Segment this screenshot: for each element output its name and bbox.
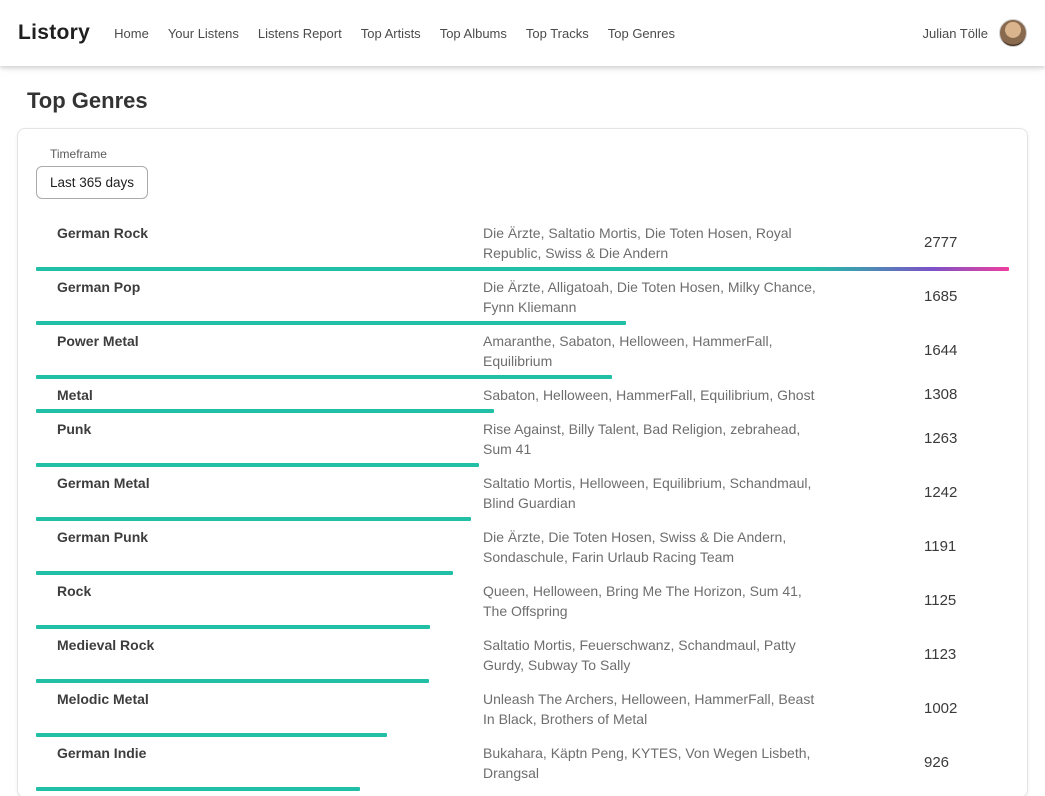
genre-row-main: Power Metal Amaranthe, Sabaton, Hellowee… <box>36 331 1009 371</box>
genre-count: 926 <box>924 753 1009 773</box>
genre-bar-fill <box>36 733 387 737</box>
genre-artists: Saltatio Mortis, Feuerschwanz, Schandmau… <box>483 635 818 675</box>
genre-name: Melodic Metal <box>57 689 483 709</box>
user-menu[interactable]: Julian Tölle <box>922 19 1027 47</box>
genre-bar-fill <box>36 267 1009 271</box>
genre-count: 1308 <box>924 385 1009 405</box>
genre-row[interactable]: Rock Queen, Helloween, Bring Me The Hori… <box>36 581 1009 629</box>
genre-row[interactable]: German Pop Die Ärzte, Alligatoah, Die To… <box>36 277 1009 325</box>
genre-bar-fill <box>36 787 360 791</box>
genre-row-main: Medieval Rock Saltatio Mortis, Feuerschw… <box>36 635 1009 675</box>
nav-link-listens-report[interactable]: Listens Report <box>258 26 342 41</box>
genre-count: 1242 <box>924 483 1009 503</box>
genre-artists: Sabaton, Helloween, HammerFall, Equilibr… <box>483 385 818 405</box>
genre-row[interactable]: German Rock Die Ärzte, Saltatio Mortis, … <box>36 223 1009 271</box>
nav-link-top-artists[interactable]: Top Artists <box>361 26 421 41</box>
user-name: Julian Tölle <box>922 26 988 41</box>
genre-name: German Pop <box>57 277 483 297</box>
page-title: Top Genres <box>27 88 1045 114</box>
genre-count: 1644 <box>924 341 1009 361</box>
genre-bar-track <box>36 571 1009 575</box>
genre-row-main: German Pop Die Ärzte, Alligatoah, Die To… <box>36 277 1009 317</box>
nav-link-home[interactable]: Home <box>114 26 149 41</box>
avatar[interactable] <box>999 19 1027 47</box>
genre-bar-fill <box>36 409 494 413</box>
genre-row-main: Melodic Metal Unleash The Archers, Hello… <box>36 689 1009 729</box>
genre-artists: Die Ärzte, Alligatoah, Die Toten Hosen, … <box>483 277 818 317</box>
genre-name: German Indie <box>57 743 483 763</box>
genre-count: 2777 <box>924 233 1009 253</box>
genre-name: Medieval Rock <box>57 635 483 655</box>
genre-row-main: German Rock Die Ärzte, Saltatio Mortis, … <box>36 223 1009 263</box>
genre-row[interactable]: Metal Sabaton, Helloween, HammerFall, Eq… <box>36 385 1009 413</box>
genre-name: Punk <box>57 419 483 439</box>
genre-bar-track <box>36 517 1009 521</box>
genre-bar-track <box>36 463 1009 467</box>
nav-links: Home Your Listens Listens Report Top Art… <box>114 26 675 41</box>
genre-name: Metal <box>57 385 483 405</box>
top-genres-card: Timeframe Last 365 days German Rock Die … <box>17 128 1028 796</box>
genre-bar-fill <box>36 625 430 629</box>
genre-bar-fill <box>36 375 612 379</box>
genre-bar-track <box>36 733 1009 737</box>
genre-list: German Rock Die Ärzte, Saltatio Mortis, … <box>36 223 1009 791</box>
genre-row[interactable]: German Punk Die Ärzte, Die Toten Hosen, … <box>36 527 1009 575</box>
genre-bar-track <box>36 267 1009 271</box>
genre-name: German Punk <box>57 527 483 547</box>
genre-row[interactable]: Power Metal Amaranthe, Sabaton, Hellowee… <box>36 331 1009 379</box>
genre-row-main: German Indie Bukahara, Käptn Peng, KYTES… <box>36 743 1009 783</box>
timeframe-select[interactable]: Last 365 days <box>36 166 148 199</box>
genre-artists: Saltatio Mortis, Helloween, Equilibrium,… <box>483 473 818 513</box>
nav-link-top-tracks[interactable]: Top Tracks <box>526 26 589 41</box>
genre-artists: Rise Against, Billy Talent, Bad Religion… <box>483 419 818 459</box>
genre-row-main: Metal Sabaton, Helloween, HammerFall, Eq… <box>36 385 1009 405</box>
genre-artists: Bukahara, Käptn Peng, KYTES, Von Wegen L… <box>483 743 818 783</box>
nav-link-top-albums[interactable]: Top Albums <box>440 26 507 41</box>
genre-name: German Metal <box>57 473 483 493</box>
timeframe-label: Timeframe <box>50 147 1009 161</box>
genre-name: German Rock <box>57 223 483 243</box>
genre-count: 1125 <box>924 591 1009 611</box>
genre-bar-track <box>36 679 1009 683</box>
genre-artists: Amaranthe, Sabaton, Helloween, HammerFal… <box>483 331 818 371</box>
genre-name: Power Metal <box>57 331 483 351</box>
genre-artists: Die Ärzte, Saltatio Mortis, Die Toten Ho… <box>483 223 818 263</box>
genre-bar-track <box>36 375 1009 379</box>
genre-artists: Die Ärzte, Die Toten Hosen, Swiss & Die … <box>483 527 818 567</box>
genre-bar-track <box>36 787 1009 791</box>
genre-row[interactable]: Punk Rise Against, Billy Talent, Bad Rel… <box>36 419 1009 467</box>
genre-count: 1263 <box>924 429 1009 449</box>
top-navigation-bar: Listory Home Your Listens Listens Report… <box>0 0 1045 66</box>
genre-artists: Unleash The Archers, Helloween, HammerFa… <box>483 689 818 729</box>
genre-row[interactable]: Melodic Metal Unleash The Archers, Hello… <box>36 689 1009 737</box>
genre-bar-track <box>36 625 1009 629</box>
genre-name: Rock <box>57 581 483 601</box>
genre-count: 1002 <box>924 699 1009 719</box>
nav-link-top-genres[interactable]: Top Genres <box>608 26 675 41</box>
genre-bar-track <box>36 321 1009 325</box>
genre-row-main: Rock Queen, Helloween, Bring Me The Hori… <box>36 581 1009 621</box>
genre-artists: Queen, Helloween, Bring Me The Horizon, … <box>483 581 818 621</box>
genre-bar-track <box>36 409 1009 413</box>
genre-row[interactable]: German Indie Bukahara, Käptn Peng, KYTES… <box>36 743 1009 791</box>
genre-bar-fill <box>36 321 626 325</box>
genre-row-main: German Metal Saltatio Mortis, Helloween,… <box>36 473 1009 513</box>
genre-row-main: Punk Rise Against, Billy Talent, Bad Rel… <box>36 419 1009 459</box>
nav-link-your-listens[interactable]: Your Listens <box>168 26 239 41</box>
genre-count: 1685 <box>924 287 1009 307</box>
genre-row[interactable]: Medieval Rock Saltatio Mortis, Feuerschw… <box>36 635 1009 683</box>
genre-bar-fill <box>36 517 471 521</box>
genre-count: 1191 <box>924 537 1009 557</box>
app-logo[interactable]: Listory <box>18 21 90 45</box>
genre-row-main: German Punk Die Ärzte, Die Toten Hosen, … <box>36 527 1009 567</box>
genre-row[interactable]: German Metal Saltatio Mortis, Helloween,… <box>36 473 1009 521</box>
genre-bar-fill <box>36 571 453 575</box>
genre-count: 1123 <box>924 645 1009 665</box>
genre-bar-fill <box>36 679 429 683</box>
genre-bar-fill <box>36 463 479 467</box>
